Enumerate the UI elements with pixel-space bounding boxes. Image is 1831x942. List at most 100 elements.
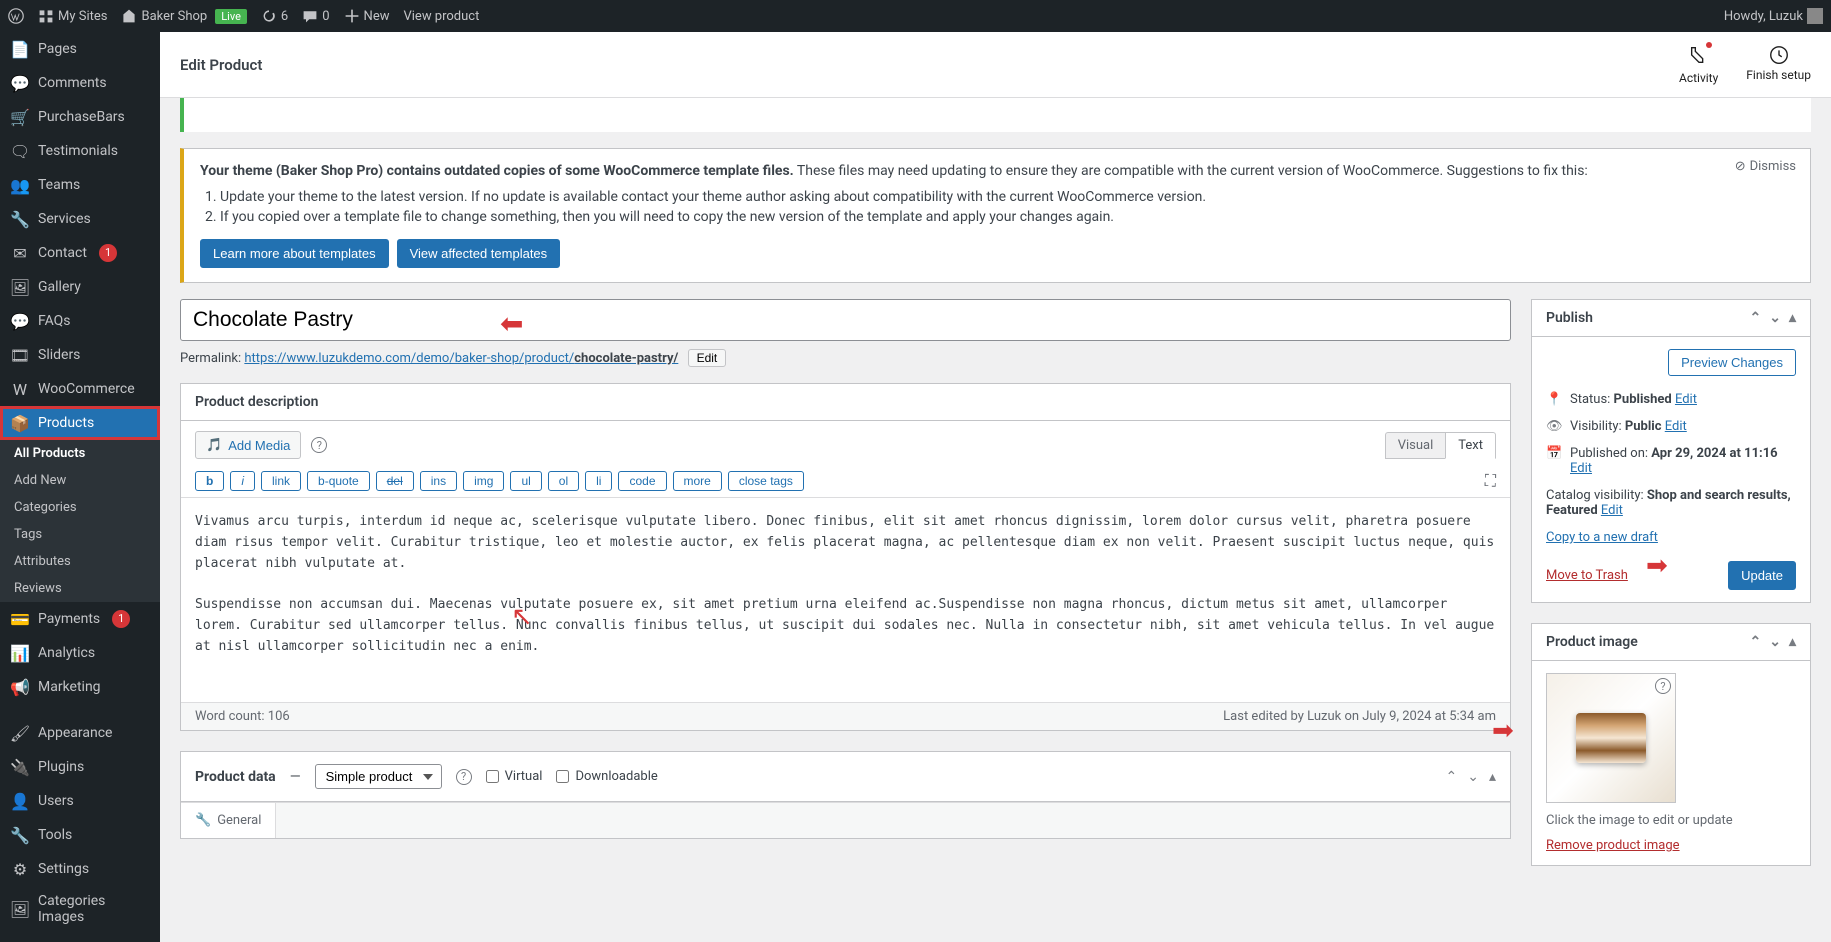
chevron-down-icon[interactable]: ⌄ xyxy=(1769,310,1781,326)
update-button[interactable]: Update xyxy=(1728,561,1796,590)
qtag-img[interactable]: img xyxy=(463,471,504,491)
tab-visual[interactable]: Visual xyxy=(1385,432,1446,459)
mail-icon: ✉ xyxy=(10,243,30,263)
toggle-icon[interactable]: ▴ xyxy=(1489,769,1496,785)
qtag-bquote[interactable]: b-quote xyxy=(307,471,370,491)
remove-image-link[interactable]: Remove product image xyxy=(1546,838,1680,853)
toggle-icon[interactable]: ▴ xyxy=(1789,310,1796,326)
last-edited: Last edited by Luzuk on July 9, 2024 at … xyxy=(1223,709,1496,724)
virtual-checkbox[interactable]: Virtual xyxy=(486,769,543,784)
submenu-add-new[interactable]: Add New xyxy=(0,467,160,494)
qtag-code[interactable]: code xyxy=(618,471,666,491)
sidebar-item-pages[interactable]: 📄Pages xyxy=(0,32,160,66)
product-type-select[interactable]: Simple product xyxy=(315,764,442,789)
product-title-input[interactable] xyxy=(180,299,1511,341)
edit-status-link[interactable]: Edit xyxy=(1675,392,1697,407)
sidebar-item-plugins[interactable]: 🔌Plugins xyxy=(0,750,160,784)
qtag-i[interactable]: i xyxy=(230,471,255,491)
sidebar-item-categories-images[interactable]: 🖼Categories Images xyxy=(0,886,160,932)
edit-date-link[interactable]: Edit xyxy=(1570,461,1592,476)
sidebar-item-payments[interactable]: 💳Payments1 xyxy=(0,602,160,636)
add-media-button[interactable]: 🎵Add Media xyxy=(195,431,301,459)
tab-text[interactable]: Text xyxy=(1445,432,1496,459)
help-icon[interactable]: ? xyxy=(311,437,327,453)
submenu-all-products[interactable]: All Products xyxy=(0,440,160,467)
qtag-ins[interactable]: ins xyxy=(420,471,457,491)
view-affected-button[interactable]: View affected templates xyxy=(397,239,561,268)
chevron-down-icon[interactable]: ⌄ xyxy=(1467,769,1479,785)
description-postbox: Product description 🎵Add Media ? Visual … xyxy=(180,383,1511,731)
sidebar-item-comments[interactable]: 💬Comments xyxy=(0,66,160,100)
qtag-more[interactable]: more xyxy=(673,471,722,491)
sidebar-item-contact[interactable]: ✉Contact1 xyxy=(0,236,160,270)
qtag-ol[interactable]: ol xyxy=(548,471,579,491)
services-icon: 🔧 xyxy=(10,209,30,229)
preview-changes-button[interactable]: Preview Changes xyxy=(1668,349,1796,376)
learn-more-button[interactable]: Learn more about templates xyxy=(200,239,389,268)
fullscreen-icon[interactable]: ⛶ xyxy=(1485,471,1496,491)
wp-logo-icon[interactable] xyxy=(8,8,24,24)
updates-link[interactable]: 6 xyxy=(261,8,288,24)
sidebar-item-tools[interactable]: 🔧Tools xyxy=(0,818,160,852)
edit-slug-button[interactable]: Edit xyxy=(688,349,727,367)
sidebar-item-settings[interactable]: ⚙Settings xyxy=(0,852,160,886)
cart-icon: 🛒 xyxy=(10,107,30,127)
qtag-ul[interactable]: ul xyxy=(510,471,541,491)
product-image-thumbnail[interactable]: ? xyxy=(1546,673,1676,803)
help-icon[interactable]: ? xyxy=(1655,678,1671,694)
edit-visibility-link[interactable]: Edit xyxy=(1665,419,1687,434)
sidebar-item-gallery[interactable]: 🖼Gallery xyxy=(0,270,160,304)
arrow-annotation-icon: ➡ xyxy=(1492,716,1514,746)
sidebar-item-users[interactable]: 👤Users xyxy=(0,784,160,818)
avatar-icon xyxy=(1807,8,1823,24)
sidebar-item-services[interactable]: 🔧Services xyxy=(0,202,160,236)
chevron-up-icon[interactable]: ⌃ xyxy=(1750,310,1762,326)
qtag-b[interactable]: b xyxy=(195,471,224,491)
site-name-link[interactable]: Baker ShopLive xyxy=(121,8,246,24)
toggle-icon[interactable]: ▴ xyxy=(1789,634,1796,650)
product-image-postbox: Product image ⌃ ⌄ ▴ ➡ ? Click t xyxy=(1531,623,1811,866)
sidebar-item-teams[interactable]: 👥Teams xyxy=(0,168,160,202)
qtag-li[interactable]: li xyxy=(585,471,612,491)
copy-draft-link[interactable]: Copy to a new draft xyxy=(1546,530,1658,545)
permalink-link[interactable]: https://www.luzukdemo.com/demo/baker-sho… xyxy=(244,351,678,366)
qtag-link[interactable]: link xyxy=(261,471,301,491)
view-product-link[interactable]: View product xyxy=(403,9,479,24)
sidebar-item-analytics[interactable]: 📊Analytics xyxy=(0,636,160,670)
word-count: Word count: 106 xyxy=(195,709,290,724)
activity-button[interactable]: Activity xyxy=(1679,44,1718,85)
downloadable-checkbox[interactable]: Downloadable xyxy=(556,769,657,784)
help-icon[interactable]: ? xyxy=(456,769,472,785)
sidebar-item-woocommerce[interactable]: WWooCommerce xyxy=(0,372,160,406)
sidebar-item-sliders[interactable]: 🎞Sliders xyxy=(0,338,160,372)
chevron-up-icon[interactable]: ⌃ xyxy=(1446,769,1458,785)
sidebar-item-faqs[interactable]: 💬FAQs xyxy=(0,304,160,338)
sidebar-item-products[interactable]: 📦Products xyxy=(0,406,160,440)
plugin-icon: 🔌 xyxy=(10,757,30,777)
howdy-link[interactable]: Howdy, Luzuk xyxy=(1724,8,1823,24)
pin-icon: 📍 xyxy=(1546,392,1564,407)
partial-notice xyxy=(180,98,1811,132)
qtag-close[interactable]: close tags xyxy=(728,471,804,491)
finish-setup-button[interactable]: Finish setup xyxy=(1746,44,1811,85)
sidebar-item-marketing[interactable]: 📢Marketing xyxy=(0,670,160,704)
sidebar-item-appearance[interactable]: 🖌Appearance xyxy=(0,716,160,750)
move-trash-link[interactable]: Move to Trash xyxy=(1546,568,1628,583)
dismiss-button[interactable]: ⊘Dismiss xyxy=(1735,159,1796,174)
chevron-up-icon[interactable]: ⌃ xyxy=(1750,634,1762,650)
submenu-reviews[interactable]: Reviews xyxy=(0,575,160,602)
edit-catalog-link[interactable]: Edit xyxy=(1601,503,1623,518)
chevron-down-icon[interactable]: ⌄ xyxy=(1769,634,1781,650)
new-link[interactable]: New xyxy=(344,8,390,24)
sidebar-item-purchasebars[interactable]: 🛒PurchaseBars xyxy=(0,100,160,134)
qtag-del[interactable]: del xyxy=(376,471,414,491)
submenu-categories[interactable]: Categories xyxy=(0,494,160,521)
content-textarea[interactable] xyxy=(181,498,1510,698)
submenu-tags[interactable]: Tags xyxy=(0,521,160,548)
tab-general[interactable]: 🔧General xyxy=(181,803,276,838)
comments-link[interactable]: 0 xyxy=(302,8,329,24)
my-sites-link[interactable]: My Sites xyxy=(38,8,107,24)
submenu-attributes[interactable]: Attributes xyxy=(0,548,160,575)
gear-icon: ⚙ xyxy=(10,859,30,879)
sidebar-item-testimonials[interactable]: 🗨Testimonials xyxy=(0,134,160,168)
